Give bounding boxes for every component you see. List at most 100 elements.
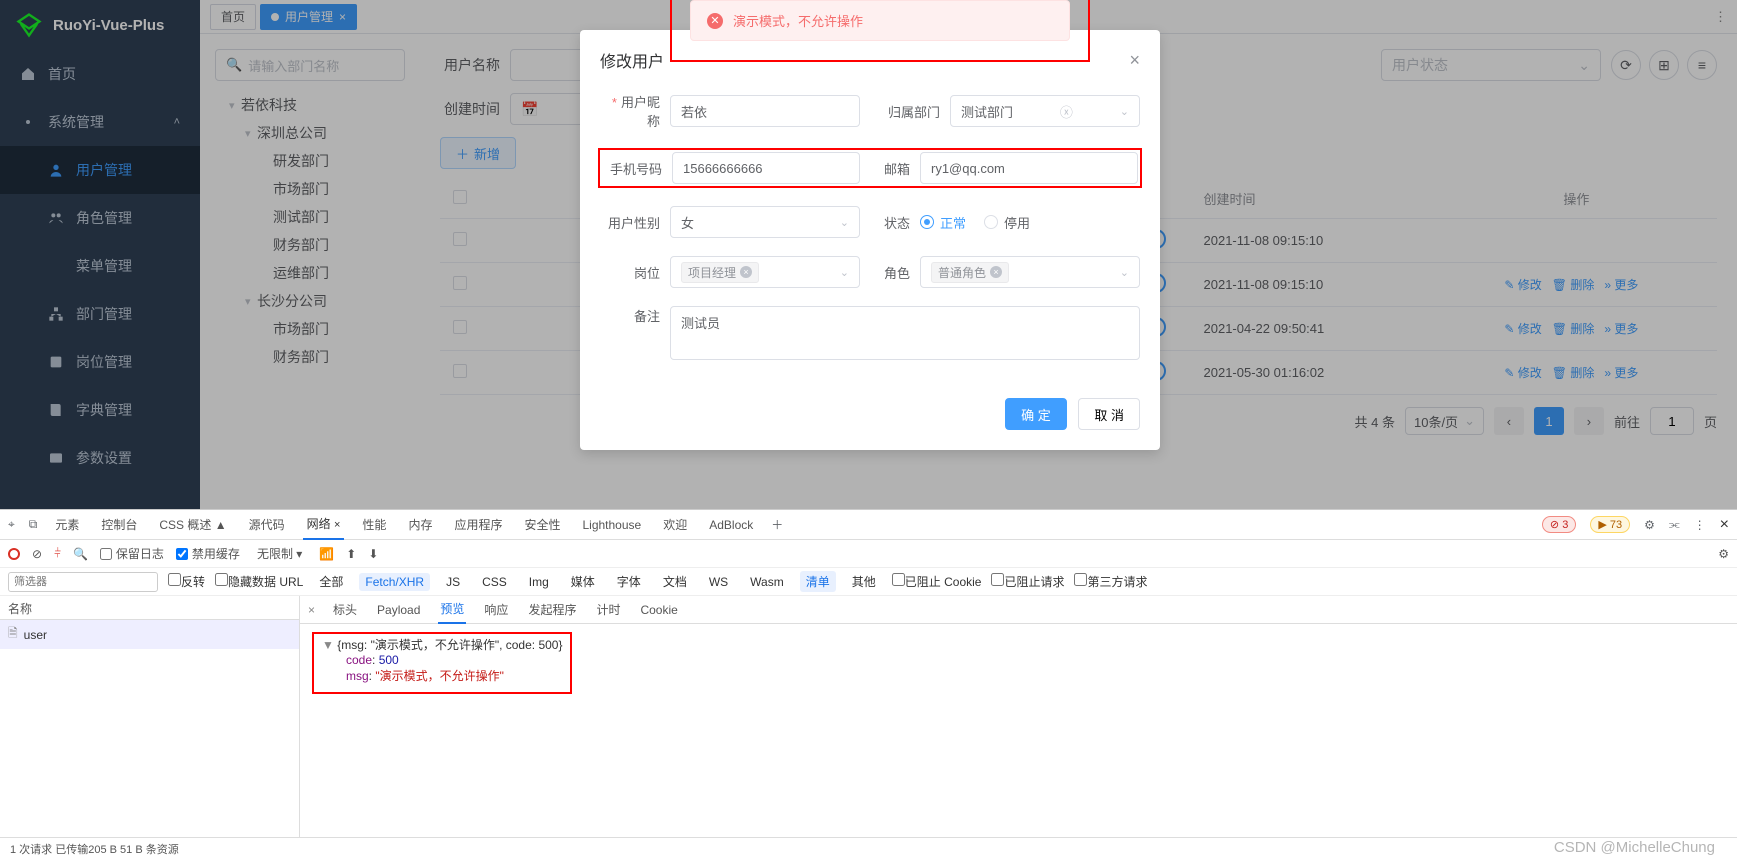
- inspect-icon[interactable]: ⌖: [8, 517, 15, 532]
- clear-button[interactable]: ⊘: [32, 547, 42, 561]
- role-label: 角色: [880, 263, 920, 282]
- device-icon[interactable]: ⧉: [29, 517, 38, 532]
- cancel-button[interactable]: 取 消: [1078, 398, 1140, 430]
- filter-js[interactable]: JS: [440, 573, 466, 591]
- edit-user-dialog: 修改用户 × 用户昵称 若依 归属部门 测试部门ⓧ ⌄ 手机号码: [580, 30, 1160, 450]
- devtools-tab-css[interactable]: CSS 概述 ▲: [155, 510, 230, 539]
- nickname-input[interactable]: 若依: [670, 95, 860, 127]
- chevron-down-icon: ⌄: [1120, 105, 1129, 118]
- detail-tab-payload[interactable]: Payload: [375, 598, 422, 622]
- phone-label: 手机号码: [602, 159, 672, 178]
- filter-fetch[interactable]: Fetch/XHR: [359, 573, 430, 591]
- devtools-tabs: ⌖ ⧉ 元素 控制台 CSS 概述 ▲ 源代码 网络 × 性能 内存 应用程序 …: [0, 510, 1737, 540]
- remark-label: 备注: [600, 306, 670, 325]
- filter-input[interactable]: [8, 572, 158, 592]
- devtools-tab-console[interactable]: 控制台: [97, 510, 141, 539]
- devtools-tab-memory[interactable]: 内存: [404, 510, 436, 539]
- detail-tab-timing[interactable]: 计时: [594, 596, 622, 623]
- filter-font[interactable]: 字体: [611, 571, 647, 592]
- blocked-req-checkbox[interactable]: 已阻止请求: [991, 573, 1064, 590]
- dept-select[interactable]: 测试部门ⓧ ⌄: [950, 95, 1140, 127]
- list-header-name[interactable]: 名称: [0, 596, 299, 620]
- detail-tab-initiator[interactable]: 发起程序: [526, 596, 578, 623]
- more-icon[interactable]: ⋮: [1694, 518, 1706, 532]
- nickname-label: 用户昵称: [600, 92, 670, 130]
- sex-select[interactable]: 女⌄: [670, 206, 860, 238]
- phone-input[interactable]: 15666666666: [672, 152, 860, 184]
- throttle-select[interactable]: 无限制 ▾: [252, 542, 307, 565]
- post-label: 岗位: [600, 263, 670, 282]
- confirm-button[interactable]: 确 定: [1005, 398, 1067, 430]
- download-icon[interactable]: ⬇: [368, 547, 378, 561]
- devtools-tab-welcome[interactable]: 欢迎: [659, 510, 691, 539]
- error-count-badge[interactable]: ⊘ 3: [1542, 516, 1576, 533]
- sex-label: 用户性别: [600, 213, 670, 232]
- devtools-tab-lighthouse[interactable]: Lighthouse: [578, 512, 645, 538]
- status-normal-radio[interactable]: 正常: [920, 213, 966, 232]
- filter-css[interactable]: CSS: [476, 573, 513, 591]
- role-select[interactable]: 普通角色× ⌄: [920, 256, 1140, 288]
- network-filters: 反转 隐藏数据 URL 全部 Fetch/XHR JS CSS Img 媒体 字…: [0, 568, 1737, 596]
- blocked-cookie-checkbox[interactable]: 已阻止 Cookie: [892, 573, 982, 590]
- detail-tab-response[interactable]: 响应: [482, 596, 510, 623]
- remark-textarea[interactable]: 测试员: [670, 306, 1140, 360]
- devtools-tab-security[interactable]: 安全性: [520, 510, 564, 539]
- third-party-checkbox[interactable]: 第三方请求: [1074, 573, 1147, 590]
- preserve-log-checkbox[interactable]: 保留日志: [100, 545, 164, 562]
- request-detail: × 标头 Payload 预览 响应 发起程序 计时 Cookie ▼ {msg…: [300, 596, 1737, 837]
- error-icon: ✕: [707, 13, 723, 29]
- hide-data-checkbox[interactable]: 隐藏数据 URL: [215, 573, 303, 590]
- close-icon[interactable]: ×: [1129, 50, 1140, 71]
- invert-checkbox[interactable]: 反转: [168, 573, 205, 590]
- chevron-down-icon: ⌄: [840, 216, 849, 229]
- filter-all[interactable]: 全部: [313, 571, 349, 592]
- watermark: CSDN @MichelleChung: [1554, 839, 1715, 856]
- role-tag[interactable]: 普通角色×: [931, 262, 1009, 283]
- gear-icon[interactable]: ⚙: [1718, 547, 1729, 561]
- filter-wasm[interactable]: Wasm: [744, 573, 790, 591]
- devtools-tab-application[interactable]: 应用程序: [450, 510, 506, 539]
- devtools-tab-elements[interactable]: 元素: [51, 510, 83, 539]
- post-tag[interactable]: 项目经理×: [681, 262, 759, 283]
- search-icon[interactable]: 🔍: [73, 547, 88, 561]
- tag-remove-icon[interactable]: ×: [740, 266, 752, 278]
- close-icon[interactable]: ×: [308, 603, 315, 617]
- file-icon: 🗎: [8, 624, 18, 645]
- devtools-tab-adblock[interactable]: AdBlock: [705, 512, 757, 538]
- filter-manifest[interactable]: 清单: [800, 571, 836, 592]
- filter-doc[interactable]: 文档: [657, 571, 693, 592]
- plus-icon[interactable]: ＋: [771, 516, 783, 533]
- dept-label: 归属部门: [880, 102, 950, 121]
- disable-cache-checkbox[interactable]: 禁用缓存: [176, 545, 240, 562]
- filter-other[interactable]: 其他: [846, 571, 882, 592]
- chevron-down-icon: ⌄: [1120, 266, 1129, 279]
- status-label: 状态: [880, 213, 920, 232]
- status-disabled-radio[interactable]: 停用: [984, 213, 1030, 232]
- response-preview[interactable]: ▼ {msg: "演示模式，不允许操作", code: 500} code: 5…: [300, 624, 1737, 837]
- close-icon[interactable]: ×: [1720, 516, 1729, 534]
- link-icon[interactable]: ⫘: [1669, 517, 1680, 532]
- dialog-title: 修改用户: [600, 48, 664, 72]
- post-select[interactable]: 项目经理×⌄: [670, 256, 860, 288]
- upload-icon[interactable]: ⬆: [346, 547, 356, 561]
- detail-tab-preview[interactable]: 预览: [438, 595, 466, 624]
- network-status-bar: 1 次请求 已传输205 B 51 B 条资源: [0, 837, 1737, 859]
- devtools-tab-sources[interactable]: 源代码: [245, 510, 289, 539]
- gear-icon[interactable]: ⚙: [1644, 518, 1655, 532]
- tag-remove-icon[interactable]: ×: [990, 266, 1002, 278]
- wifi-icon[interactable]: 📶: [319, 547, 334, 561]
- annotation-box: ▼ {msg: "演示模式，不允许操作", code: 500} code: 5…: [312, 632, 572, 694]
- clear-icon[interactable]: ⓧ: [1060, 102, 1073, 121]
- filter-media[interactable]: 媒体: [565, 571, 601, 592]
- devtools-tab-performance[interactable]: 性能: [358, 510, 390, 539]
- record-button[interactable]: [8, 548, 20, 560]
- detail-tab-headers[interactable]: 标头: [331, 596, 359, 623]
- request-item[interactable]: 🗎 user: [0, 620, 299, 649]
- filter-ws[interactable]: WS: [703, 573, 734, 591]
- filter-button[interactable]: ⫩: [54, 546, 61, 561]
- detail-tab-cookie[interactable]: Cookie: [638, 598, 679, 622]
- email-input[interactable]: ry1@qq.com: [920, 152, 1138, 184]
- devtools-tab-network[interactable]: 网络 ×: [303, 509, 345, 540]
- filter-img[interactable]: Img: [523, 573, 555, 591]
- warning-count-badge[interactable]: ▶ 73: [1590, 516, 1630, 533]
